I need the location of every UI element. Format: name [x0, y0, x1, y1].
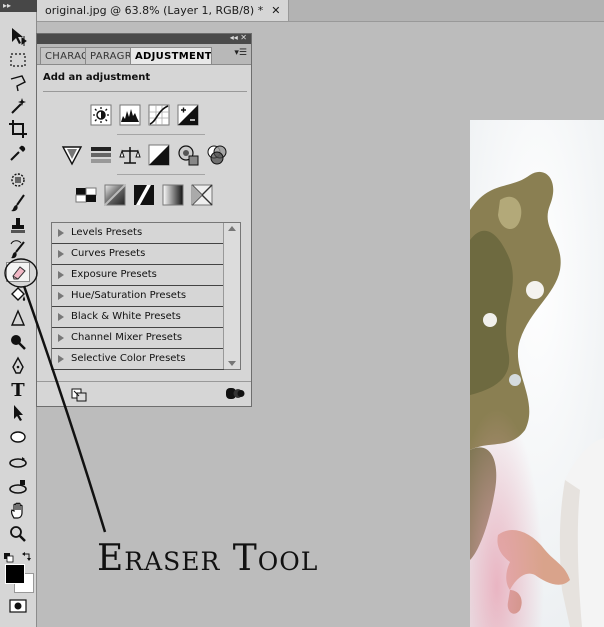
swap-colors-icon[interactable] — [22, 547, 32, 561]
crop-tool-icon[interactable] — [6, 119, 30, 139]
expand-arrow-icon[interactable] — [58, 334, 64, 342]
default-colors-icon[interactable] — [4, 548, 14, 563]
preset-label: Black & White Presets — [71, 311, 181, 322]
expand-arrow-icon[interactable] — [58, 271, 64, 279]
divider — [117, 134, 205, 135]
panel-tab-bar: CHARACTER PARAGRAPH ADJUSTMENTS ▾☰ — [37, 44, 251, 65]
3d-orbit-tool-icon[interactable] — [6, 478, 30, 498]
tools-panel-grip[interactable]: ▸▸ — [0, 0, 37, 12]
close-icon[interactable]: ✕ — [271, 0, 280, 21]
marquee-tool-icon[interactable] — [6, 50, 30, 70]
history-brush-tool-icon[interactable] — [6, 240, 30, 260]
3d-rotate-tool-icon[interactable] — [6, 453, 30, 473]
threshold-icon[interactable] — [133, 183, 156, 206]
adjustments-panel: ◂◂ ✕ CHARACTER PARAGRAPH ADJUSTMENTS ▾☰ … — [36, 33, 252, 407]
path-selection-tool-icon[interactable] — [6, 403, 30, 423]
spot-healing-tool-icon[interactable] — [6, 170, 30, 190]
preset-item-curves[interactable]: Curves Presets — [52, 244, 224, 265]
foreground-color-swatch[interactable] — [5, 564, 25, 584]
panel-menu-icon[interactable]: ▾☰ — [234, 48, 247, 58]
presets-list: Levels Presets Curves Presets Exposure P… — [51, 222, 241, 370]
dodge-tool-icon[interactable] — [6, 332, 30, 352]
adjustment-row-3 — [37, 183, 251, 206]
expand-arrow-icon[interactable] — [58, 250, 64, 258]
expanded-view-icon[interactable] — [225, 386, 245, 401]
scroll-up-icon[interactable] — [228, 226, 236, 231]
eyedropper-tool-icon[interactable] — [6, 143, 30, 163]
photo-filter-icon[interactable] — [176, 143, 199, 166]
black-white-icon[interactable] — [147, 143, 170, 166]
expand-arrow-icon[interactable] — [58, 355, 64, 363]
brush-tool-icon[interactable] — [6, 193, 30, 213]
blur-tool-icon[interactable] — [6, 309, 30, 329]
invert-icon[interactable] — [75, 183, 98, 206]
hand-tool-icon[interactable] — [6, 501, 30, 521]
expand-arrow-icon[interactable] — [58, 313, 64, 321]
preset-label: Exposure Presets — [71, 269, 157, 280]
collapse-close-icon[interactable]: ◂◂ ✕ — [230, 33, 247, 42]
paint-bucket-tool-icon[interactable] — [6, 285, 30, 305]
channel-mixer-icon[interactable] — [205, 143, 228, 166]
clip-to-layer-icon[interactable] — [71, 387, 87, 402]
quick-mask-icon[interactable] — [9, 598, 27, 613]
curves-icon[interactable] — [147, 103, 170, 126]
divider — [117, 174, 205, 175]
document-tab-title: original.jpg @ 63.8% (Layer 1, RGB/8) * — [45, 4, 264, 17]
preset-label: Selective Color Presets — [71, 353, 186, 364]
preset-item-selective-color[interactable]: Selective Color Presets — [52, 349, 224, 370]
tab-adjustments[interactable]: ADJUSTMENTS — [130, 47, 212, 64]
color-balance-icon[interactable] — [118, 143, 141, 166]
tab-paragraph[interactable]: PARAGRAPH — [85, 47, 131, 64]
preset-label: Levels Presets — [71, 227, 143, 238]
expand-arrow-icon[interactable] — [58, 292, 64, 300]
eraser-tool-icon[interactable] — [6, 262, 30, 282]
document-image — [470, 120, 604, 627]
document-tab[interactable]: original.jpg @ 63.8% (Layer 1, RGB/8) * … — [37, 0, 290, 21]
preset-label: Curves Presets — [71, 248, 146, 259]
panel-titlebar[interactable]: ◂◂ ✕ — [37, 33, 251, 44]
tab-character[interactable]: CHARACTER — [40, 47, 86, 64]
document-tab-bar: original.jpg @ 63.8% (Layer 1, RGB/8) * … — [37, 0, 604, 22]
gradient-map-icon[interactable] — [162, 183, 185, 206]
exposure-icon[interactable] — [176, 103, 199, 126]
preset-item-levels[interactable]: Levels Presets — [52, 223, 224, 244]
selective-color-icon[interactable] — [191, 183, 214, 206]
expand-arrow-icon[interactable] — [58, 229, 64, 237]
pen-tool-icon[interactable] — [6, 356, 30, 376]
levels-icon[interactable] — [118, 103, 141, 126]
magic-wand-tool-icon[interactable] — [6, 96, 30, 116]
hue-saturation-icon[interactable] — [89, 143, 112, 166]
preset-item-channel-mixer[interactable]: Channel Mixer Presets — [52, 328, 224, 349]
preset-item-exposure[interactable]: Exposure Presets — [52, 265, 224, 286]
scroll-down-icon[interactable] — [228, 361, 236, 366]
brightness-contrast-icon[interactable] — [89, 103, 112, 126]
preset-item-hue-saturation[interactable]: Hue/Saturation Presets — [52, 286, 224, 307]
zoom-tool-icon[interactable] — [6, 524, 30, 544]
adjustment-row-2 — [37, 143, 251, 166]
ellipse-tool-icon[interactable] — [6, 427, 30, 447]
posterize-icon[interactable] — [104, 183, 127, 206]
presets-scrollbar[interactable] — [223, 223, 240, 369]
preset-label: Hue/Saturation Presets — [71, 290, 187, 301]
move-tool-icon[interactable] — [6, 26, 30, 46]
divider — [43, 91, 247, 92]
lasso-tool-icon[interactable] — [6, 73, 30, 93]
type-tool-icon[interactable]: T — [6, 379, 30, 401]
eraser-tool-callout-label: Eraser Tool — [97, 538, 319, 579]
vibrance-icon[interactable] — [60, 143, 83, 166]
panel-footer — [37, 381, 251, 406]
preset-label: Channel Mixer Presets — [71, 332, 183, 343]
type-tool-glyph: T — [11, 379, 25, 401]
preset-item-black-white[interactable]: Black & White Presets — [52, 307, 224, 328]
tools-panel: ▸▸ T — [0, 0, 37, 627]
adjustment-row-1 — [37, 103, 251, 126]
panel-heading: Add an adjustment — [43, 72, 151, 83]
clone-stamp-tool-icon[interactable] — [6, 216, 30, 236]
